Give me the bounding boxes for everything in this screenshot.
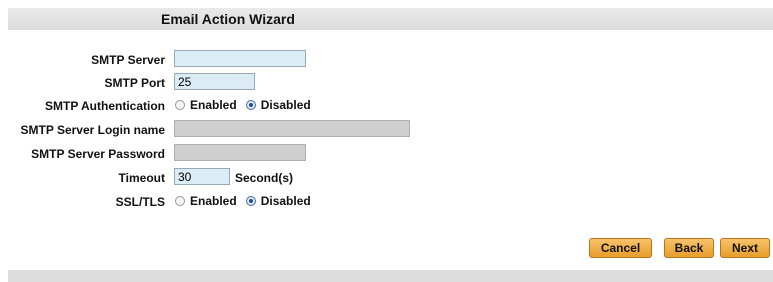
password-label: SMTP Server Password xyxy=(31,147,165,161)
smtp-server-input[interactable] xyxy=(174,50,306,67)
wizard-footer-bar xyxy=(8,270,773,282)
ssl-tls-disabled-label: Disabled xyxy=(260,194,311,208)
smtp-auth-label: SMTP Authentication xyxy=(45,99,165,113)
timeout-input[interactable] xyxy=(174,168,230,185)
cancel-button[interactable]: Cancel xyxy=(589,238,652,258)
ssl-tls-disabled-option[interactable]: Disabled xyxy=(245,194,311,208)
smtp-port-input[interactable] xyxy=(174,73,255,90)
ssl-tls-enabled-option[interactable]: Enabled xyxy=(175,194,237,208)
timeout-unit: Second(s) xyxy=(235,171,294,185)
email-action-wizard: Email Action Wizard SMTP Server SMTP Por… xyxy=(8,8,773,282)
password-input[interactable] xyxy=(174,144,306,161)
back-button[interactable]: Back xyxy=(664,238,714,258)
wizard-title-bar: Email Action Wizard xyxy=(8,8,773,30)
smtp-auth-radio-group: Enabled Disabled xyxy=(175,98,320,112)
ssl-tls-enabled-radio[interactable] xyxy=(175,196,185,206)
smtp-auth-enabled-option[interactable]: Enabled xyxy=(175,98,237,112)
timeout-label: Timeout xyxy=(118,171,165,185)
ssl-tls-enabled-label: Enabled xyxy=(190,194,237,208)
ssl-tls-disabled-radio[interactable] xyxy=(245,196,256,206)
smtp-auth-enabled-label: Enabled xyxy=(190,98,237,112)
ssl-tls-label: SSL/TLS xyxy=(115,195,165,209)
smtp-port-label: SMTP Port xyxy=(104,76,165,90)
smtp-auth-disabled-option[interactable]: Disabled xyxy=(245,98,311,112)
smtp-auth-enabled-radio[interactable] xyxy=(175,100,185,110)
wizard-form: SMTP Server SMTP Port SMTP Authenticatio… xyxy=(8,30,773,270)
ssl-tls-radio-group: Enabled Disabled xyxy=(175,194,320,208)
login-name-label: SMTP Server Login name xyxy=(20,123,166,137)
wizard-title: Email Action Wizard xyxy=(161,11,295,27)
login-name-input[interactable] xyxy=(174,120,410,137)
smtp-auth-disabled-radio[interactable] xyxy=(245,100,256,110)
next-button[interactable]: Next xyxy=(720,238,770,258)
smtp-server-label: SMTP Server xyxy=(91,53,165,67)
smtp-auth-disabled-label: Disabled xyxy=(260,98,311,112)
